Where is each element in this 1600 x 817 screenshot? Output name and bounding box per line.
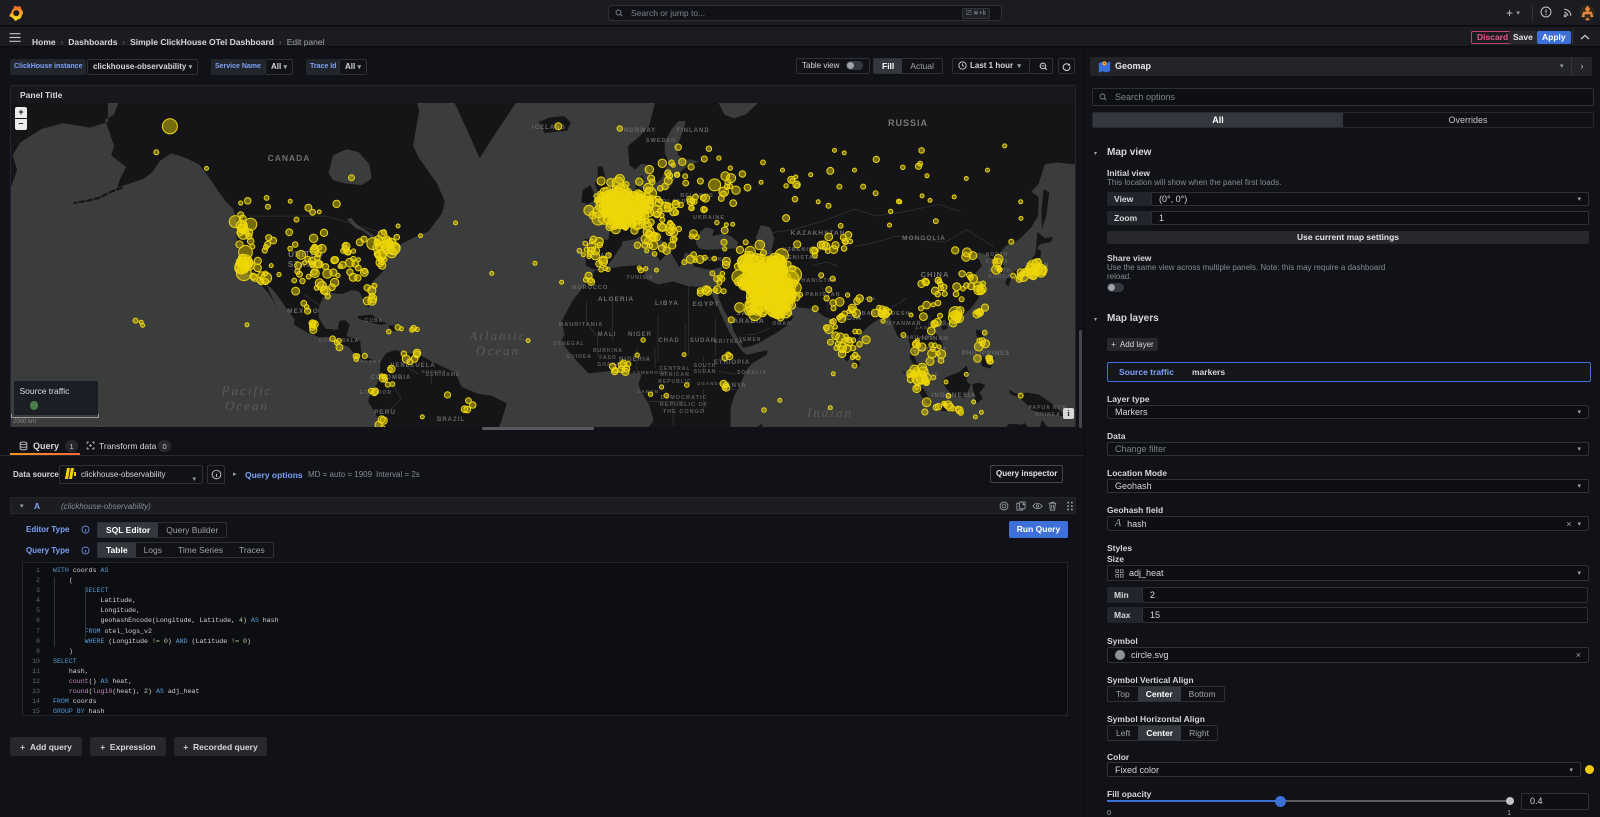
svg-text:Pacific: Pacific xyxy=(221,383,273,398)
svg-text:KAZAKHSTAN: KAZAKHSTAN xyxy=(791,230,846,237)
svg-text:MALI: MALI xyxy=(598,332,617,338)
svg-text:TUNISIA: TUNISIA xyxy=(627,275,654,281)
svg-text:NORWAY: NORWAY xyxy=(624,128,656,134)
svg-text:MOROCCO: MOROCCO xyxy=(572,285,608,291)
svg-text:GUINEA: GUINEA xyxy=(566,354,591,360)
svg-text:MONGOLIA: MONGOLIA xyxy=(902,235,946,242)
svg-text:UKRAINE: UKRAINE xyxy=(693,215,725,221)
svg-text:ALGERIA: ALGERIA xyxy=(598,296,634,303)
svg-text:KOREA: KOREA xyxy=(988,274,1011,280)
svg-text:FASO: FASO xyxy=(599,355,617,361)
svg-text:PANAMA: PANAMA xyxy=(356,359,381,364)
svg-text:Atlantic: Atlantic xyxy=(468,328,526,343)
svg-text:Ocean: Ocean xyxy=(476,343,520,358)
svg-text:INDONESIA: INDONESIA xyxy=(931,392,976,399)
svg-text:GUYANA: GUYANA xyxy=(421,369,446,374)
svg-text:SENEGAL: SENEGAL xyxy=(553,341,584,347)
svg-text:MEXICO: MEXICO xyxy=(287,308,319,315)
svg-text:PAKISTAN: PAKISTAN xyxy=(805,292,840,298)
svg-text:FINLAND: FINLAND xyxy=(676,128,709,134)
svg-text:REPUBLIC OF: REPUBLIC OF xyxy=(660,402,708,408)
svg-text:CHAD: CHAD xyxy=(658,338,679,344)
svg-text:LIBYA: LIBYA xyxy=(655,300,679,307)
svg-text:SUDAN: SUDAN xyxy=(690,338,716,344)
svg-text:PAPUA NEW: PAPUA NEW xyxy=(1029,405,1068,411)
svg-text:UGANDA: UGANDA xyxy=(697,381,723,386)
svg-text:THE CONGO: THE CONGO xyxy=(663,409,705,415)
svg-text:COLOMBIA: COLOMBIA xyxy=(371,375,412,381)
svg-text:GUINEA: GUINEA xyxy=(1035,412,1060,418)
svg-text:BURKINA: BURKINA xyxy=(593,348,623,354)
svg-text:YEMEN: YEMEN xyxy=(739,337,762,343)
svg-text:SOMALIA: SOMALIA xyxy=(737,370,767,376)
svg-text:Ocean: Ocean xyxy=(225,398,269,413)
svg-text:ETHIOPIA: ETHIOPIA xyxy=(714,360,750,366)
svg-text:CUBA: CUBA xyxy=(365,318,383,324)
svg-text:SUDAN: SUDAN xyxy=(694,369,717,375)
svg-text:NIGER: NIGER xyxy=(628,332,652,338)
svg-text:PERU: PERU xyxy=(374,409,396,416)
svg-text:CANADA: CANADA xyxy=(268,153,311,163)
svg-text:OMAN: OMAN xyxy=(772,321,791,327)
svg-text:EGYPT: EGYPT xyxy=(692,301,719,308)
svg-text:ARABIA: ARABIA xyxy=(733,318,764,325)
svg-text:RUSSIA: RUSSIA xyxy=(888,118,928,128)
svg-text:CAMEROON: CAMEROON xyxy=(633,370,668,375)
svg-text:SWEDEN: SWEDEN xyxy=(646,138,676,144)
svg-text:MAURITANIA: MAURITANIA xyxy=(559,322,603,328)
svg-text:BRAZIL: BRAZIL xyxy=(437,417,465,423)
